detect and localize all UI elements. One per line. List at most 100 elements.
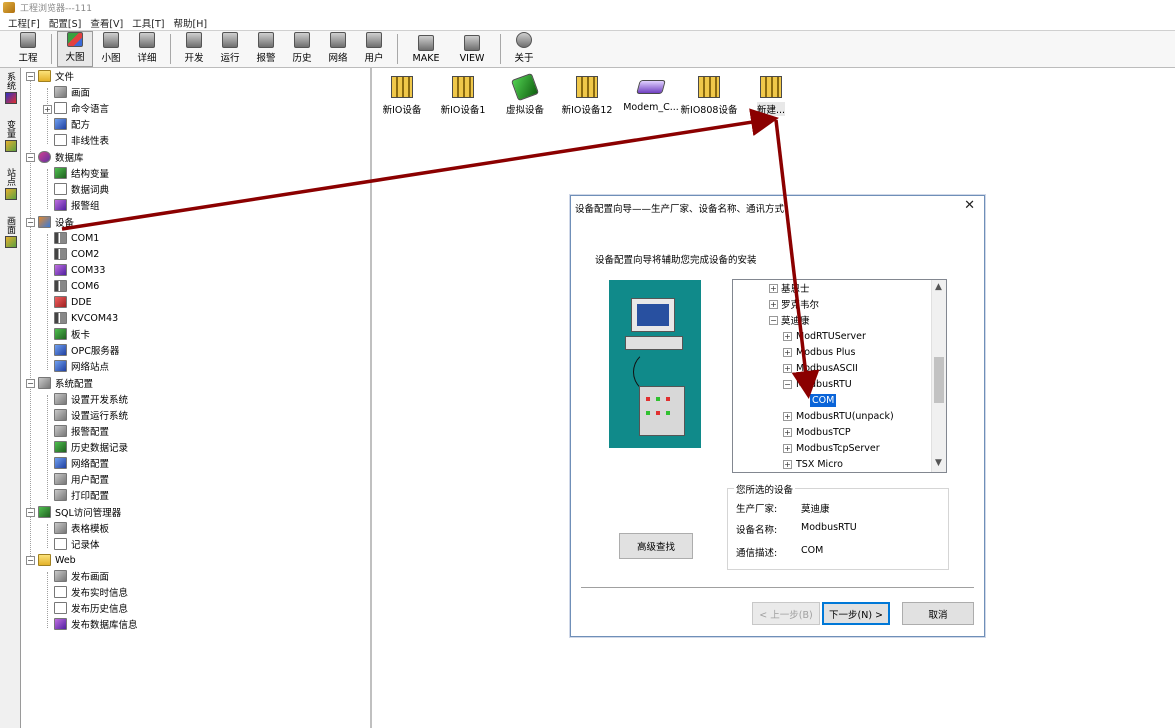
collapse-toggle[interactable]: − bbox=[26, 379, 35, 388]
tree-item-database[interactable]: 数据库 bbox=[38, 149, 84, 165]
tree-item-system-config[interactable]: 系统配置 bbox=[38, 375, 93, 391]
tree-item-publish-database[interactable]: 发布数据库信息 bbox=[54, 616, 138, 632]
device-tsx-micro[interactable]: TSX Micro bbox=[796, 456, 843, 472]
tree-item-recipe[interactable]: 配方 bbox=[54, 116, 90, 132]
project-button[interactable]: 工程 bbox=[10, 31, 46, 67]
next-button[interactable]: 下一步(N) > bbox=[822, 602, 890, 625]
large-icons-button[interactable]: 大图 bbox=[57, 31, 93, 67]
tree-item-board[interactable]: 板卡 bbox=[54, 326, 90, 342]
tree-item-kvcom43[interactable]: KVCOM43 bbox=[54, 310, 118, 326]
make-button[interactable]: MAKE bbox=[403, 31, 449, 67]
tree-item-table-template[interactable]: 表格模板 bbox=[54, 520, 109, 536]
tree-item-dev-settings[interactable]: 设置开发系统 bbox=[54, 391, 128, 407]
device-modbusascii[interactable]: ModbusASCII bbox=[796, 360, 858, 376]
tree-item-com2[interactable]: COM2 bbox=[54, 246, 99, 262]
comm-com-selected[interactable]: COM bbox=[810, 392, 837, 408]
device-new-io-1[interactable]: 新IO设备1 bbox=[432, 76, 494, 116]
tree-item-opc-server[interactable]: OPC服务器 bbox=[54, 342, 119, 358]
expand-toggle[interactable]: + bbox=[783, 460, 792, 469]
menu-view[interactable]: 查看[V] bbox=[90, 16, 123, 30]
tab-system[interactable]: 系统 bbox=[2, 72, 19, 104]
tree-item-record-body[interactable]: 记录体 bbox=[54, 536, 100, 552]
tree-item-nonlinear-table[interactable]: 非线性表 bbox=[54, 132, 109, 148]
expand-toggle[interactable]: + bbox=[43, 105, 52, 114]
expand-toggle[interactable]: + bbox=[769, 284, 778, 293]
expand-toggle[interactable]: + bbox=[783, 348, 792, 357]
tree-item-command-language[interactable]: 命令语言 bbox=[54, 100, 109, 116]
expand-toggle[interactable]: + bbox=[783, 332, 792, 341]
device-new-create[interactable]: 新建... bbox=[740, 76, 802, 116]
tree-item-web[interactable]: Web bbox=[38, 552, 76, 568]
develop-button[interactable]: 开发 bbox=[176, 31, 212, 67]
device-modbusrtu-unpack[interactable]: ModbusRTU(unpack) bbox=[796, 408, 894, 424]
menu-project[interactable]: 工程[F] bbox=[8, 16, 40, 30]
network-button[interactable]: 网络 bbox=[320, 31, 356, 67]
expand-toggle[interactable]: + bbox=[783, 444, 792, 453]
menu-tools[interactable]: 工具[T] bbox=[132, 16, 164, 30]
device-virtual[interactable]: 虚拟设备 bbox=[494, 72, 556, 116]
collapse-toggle[interactable]: − bbox=[26, 508, 35, 517]
collapse-toggle[interactable]: − bbox=[26, 72, 35, 81]
alarm-button[interactable]: 报警 bbox=[248, 31, 284, 67]
user-button[interactable]: 用户 bbox=[356, 31, 392, 67]
tree-scrollbar[interactable]: ▲ ▼ bbox=[931, 280, 946, 472]
tree-item-alarm-groups[interactable]: 报警组 bbox=[54, 197, 100, 213]
about-button[interactable]: 关于 bbox=[506, 31, 542, 67]
tree-item-network-config[interactable]: 网络配置 bbox=[54, 455, 109, 471]
tree-item-publish-screens[interactable]: 发布画面 bbox=[54, 568, 109, 584]
device-new-io[interactable]: 新IO设备 bbox=[371, 76, 433, 116]
tab-stations[interactable]: 站点 bbox=[2, 168, 19, 200]
tree-item-devices[interactable]: 设备 bbox=[38, 214, 75, 230]
tree-item-sql-manager[interactable]: SQL访问管理器 bbox=[38, 504, 121, 520]
vendor-modicon[interactable]: 莫迪康 bbox=[781, 312, 810, 328]
device-modbustcpserver[interactable]: ModbusTcpServer bbox=[796, 440, 880, 456]
details-button[interactable]: 详细 bbox=[129, 31, 165, 67]
collapse-toggle[interactable]: − bbox=[783, 380, 792, 389]
collapse-toggle[interactable]: − bbox=[26, 153, 35, 162]
view-button[interactable]: VIEW bbox=[449, 31, 495, 67]
device-modem[interactable]: Modem_C... bbox=[620, 76, 682, 113]
small-icons-button[interactable]: 小图 bbox=[93, 31, 129, 67]
cancel-button[interactable]: 取消 bbox=[902, 602, 974, 625]
close-button[interactable]: ✕ bbox=[964, 198, 975, 213]
device-modbusrtu[interactable]: ModbusRTU bbox=[796, 376, 852, 392]
tab-variables[interactable]: 变量 bbox=[2, 120, 19, 152]
tree-item-data-dictionary[interactable]: 数据词典 bbox=[54, 181, 109, 197]
tree-item-com6[interactable]: COM6 bbox=[54, 278, 99, 294]
device-new-io-808[interactable]: 新IO808设备 bbox=[678, 76, 740, 116]
device-modrtuserver[interactable]: ModRTUServer bbox=[796, 328, 866, 344]
tab-screens[interactable]: 画面 bbox=[2, 216, 19, 248]
menu-config[interactable]: 配置[S] bbox=[49, 16, 81, 30]
tree-item-struct-vars[interactable]: 结构变量 bbox=[54, 165, 109, 181]
scroll-down-icon[interactable]: ▼ bbox=[935, 458, 942, 468]
expand-toggle[interactable]: + bbox=[783, 364, 792, 373]
expand-toggle[interactable]: + bbox=[769, 300, 778, 309]
vendor-rockwell[interactable]: 罗克韦尔 bbox=[781, 296, 819, 312]
tree-item-publish-history[interactable]: 发布历史信息 bbox=[54, 600, 128, 616]
tree-item-history-records[interactable]: 历史数据记录 bbox=[54, 439, 128, 455]
device-new-io-12[interactable]: 新IO设备12 bbox=[556, 76, 618, 116]
device-type-tree[interactable]: + 基恩士 + 罗克韦尔 − 莫迪康 + ModRTUServer + Modb… bbox=[732, 279, 947, 473]
scroll-up-icon[interactable]: ▲ bbox=[935, 282, 942, 292]
tree-item-user-config[interactable]: 用户配置 bbox=[54, 471, 109, 487]
collapse-toggle[interactable]: − bbox=[26, 556, 35, 565]
collapse-toggle[interactable]: − bbox=[26, 218, 35, 227]
vendor-keyence[interactable]: 基恩士 bbox=[781, 280, 810, 296]
expand-toggle[interactable]: + bbox=[783, 412, 792, 421]
tree-item-print-config[interactable]: 打印配置 bbox=[54, 487, 109, 503]
back-button[interactable]: < 上一步(B) bbox=[752, 602, 820, 625]
tree-item-com1[interactable]: COM1 bbox=[54, 230, 99, 246]
tree-item-run-settings[interactable]: 设置运行系统 bbox=[54, 407, 128, 423]
tree-item-com33[interactable]: COM33 bbox=[54, 262, 105, 278]
expand-toggle[interactable]: + bbox=[783, 428, 792, 437]
tree-item-network-station[interactable]: 网络站点 bbox=[54, 358, 109, 374]
menu-help[interactable]: 帮助[H] bbox=[173, 16, 207, 30]
tree-item-file[interactable]: 文件 bbox=[38, 68, 74, 84]
tree-item-publish-realtime[interactable]: 发布实时信息 bbox=[54, 584, 128, 600]
tree-item-screens[interactable]: 画面 bbox=[54, 84, 90, 100]
device-modbus-plus[interactable]: Modbus Plus bbox=[796, 344, 855, 360]
device-modbustcp[interactable]: ModbusTCP bbox=[796, 424, 851, 440]
history-button[interactable]: 历史 bbox=[284, 31, 320, 67]
scroll-thumb[interactable] bbox=[934, 357, 944, 403]
tree-item-dde[interactable]: DDE bbox=[54, 294, 92, 310]
